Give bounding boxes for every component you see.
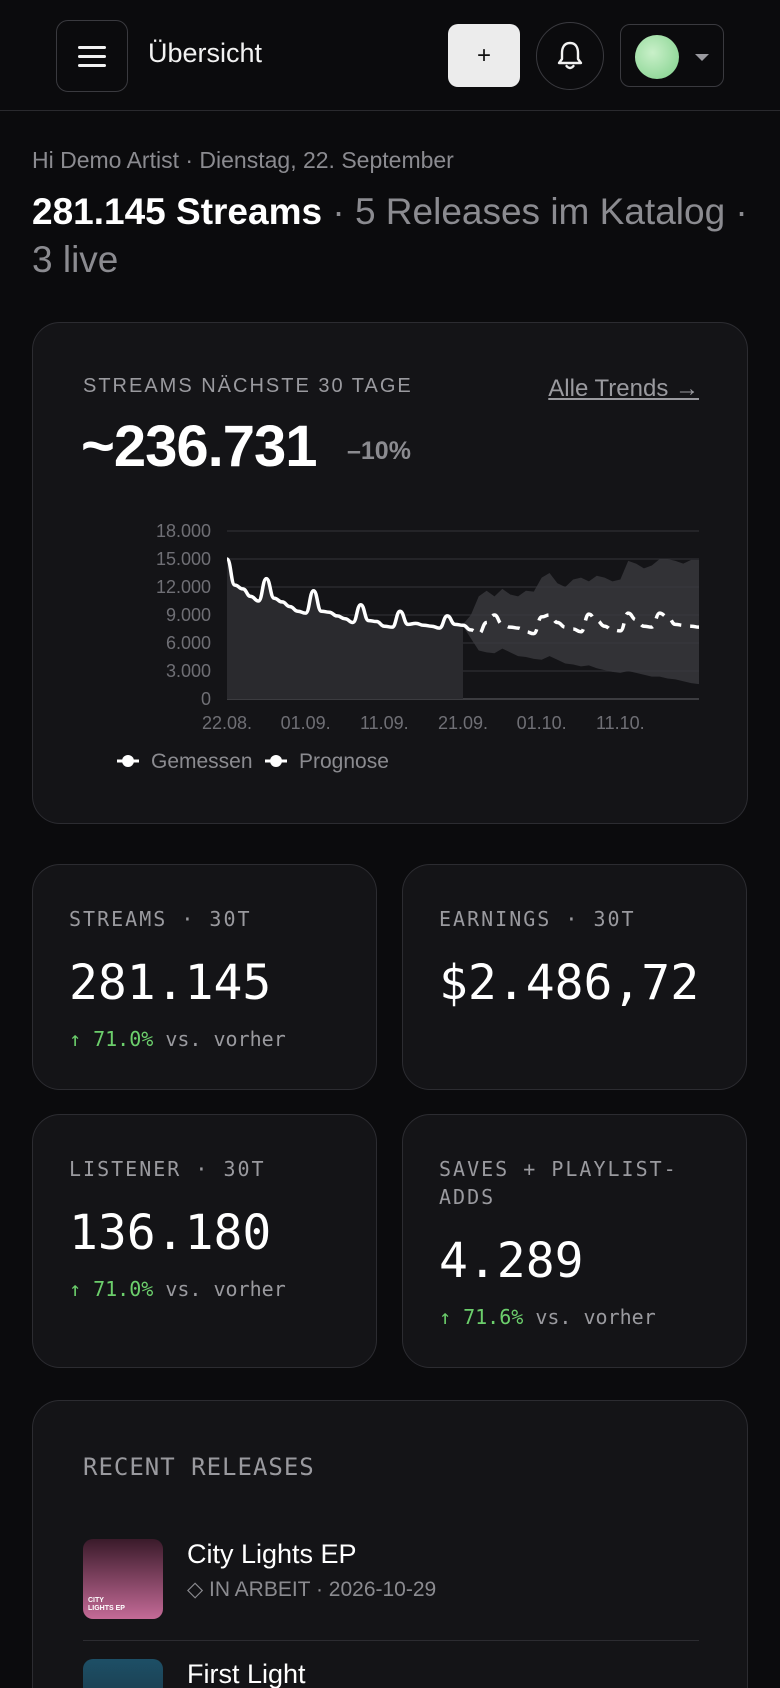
stat-label: STREAMS · 30T bbox=[69, 907, 252, 931]
release-cover bbox=[83, 1659, 163, 1688]
x-tick-label: 22.08. bbox=[202, 713, 252, 733]
release-item[interactable]: CITY LIGHTS EP City Lights EP ◇ IN ARBEIT… bbox=[83, 1539, 699, 1623]
stat-value: 281.145 bbox=[69, 955, 272, 1011]
forecast-value: ~236.731 bbox=[81, 414, 318, 479]
y-tick-label: 0 bbox=[201, 689, 211, 709]
x-tick-label: 01.10. bbox=[517, 713, 567, 733]
account-menu-button[interactable] bbox=[620, 24, 724, 87]
stat-label: LISTENER · 30T bbox=[69, 1157, 266, 1181]
menu-button[interactable] bbox=[56, 20, 128, 92]
arrow-up-icon: ↑ bbox=[439, 1305, 452, 1329]
y-tick-label: 6.000 bbox=[166, 633, 211, 653]
top-bar: Übersicht + bbox=[0, 0, 780, 111]
stat-value: $2.486,72 bbox=[439, 955, 700, 1011]
total-streams: 281.145 Streams bbox=[32, 191, 323, 232]
y-tick-label: 12.000 bbox=[156, 577, 211, 597]
stat-label: EARNINGS · 30T bbox=[439, 907, 636, 931]
notifications-button[interactable] bbox=[536, 22, 604, 90]
legend-swatch-dot bbox=[122, 755, 134, 767]
all-trends-link[interactable]: Alle Trends → bbox=[548, 375, 699, 403]
streams-stat-card: STREAMS · 30T 281.145 ↑ 71.0% vs. vorher bbox=[32, 864, 377, 1090]
add-button[interactable]: + bbox=[448, 24, 520, 87]
measured-area bbox=[227, 559, 463, 699]
forecast-label: STREAMS NÄCHSTE 30 TAGE bbox=[83, 375, 413, 397]
x-tick-label: 21.09. bbox=[438, 713, 488, 733]
bell-icon bbox=[557, 41, 583, 70]
release-item[interactable]: First Light bbox=[83, 1659, 699, 1688]
greeting-line: Hi Demo Artist · Dienstag, 22. September bbox=[32, 147, 454, 173]
chevron-down-icon bbox=[695, 54, 709, 61]
recent-releases-card: RECENT RELEASES CITY LIGHTS EP City Light… bbox=[32, 1400, 748, 1688]
legend-swatch-dot bbox=[270, 755, 282, 767]
arrow-up-icon: ↑ bbox=[69, 1027, 82, 1051]
stat-delta: ↑ 71.6% vs. vorher bbox=[439, 1305, 656, 1329]
listener-stat-card: LISTENER · 30T 136.180 ↑ 71.0% vs. vorhe… bbox=[32, 1114, 377, 1368]
menu-icon bbox=[78, 45, 106, 49]
stat-delta: ↑ 71.0% vs. vorher bbox=[69, 1277, 286, 1301]
stat-delta: ↑ 71.0% vs. vorher bbox=[69, 1027, 286, 1051]
x-tick-label: 11.10. bbox=[596, 713, 645, 733]
y-tick-label: 3.000 bbox=[166, 661, 211, 681]
recent-releases-title: RECENT RELEASES bbox=[83, 1453, 315, 1481]
earnings-stat-card: EARNINGS · 30T $2.486,72 bbox=[402, 864, 747, 1090]
y-tick-label: 18.000 bbox=[156, 521, 211, 541]
summary-headline: 281.145 Streams · 5 Releases im Katalog … bbox=[32, 188, 752, 284]
streams-forecast-chart: 18.000 15.000 12.000 9.000 6.000 3.000 0 22.08.… bbox=[117, 521, 700, 773]
release-title: First Light bbox=[187, 1659, 306, 1688]
divider bbox=[83, 1640, 699, 1641]
stat-label: SAVES + PLAYLIST- ADDS bbox=[439, 1157, 678, 1209]
x-tick-label: 01.09. bbox=[281, 713, 331, 733]
y-tick-label: 15.000 bbox=[156, 549, 211, 569]
release-status: ◇ IN ARBEIT · 2026-10-29 bbox=[187, 1578, 437, 1601]
stat-value: 4.289 bbox=[439, 1233, 584, 1289]
x-tick-label: 11.09. bbox=[360, 713, 409, 733]
release-cover: CITY LIGHTS EP bbox=[83, 1539, 163, 1619]
stat-value: 136.180 bbox=[69, 1205, 272, 1261]
arrow-up-icon: ↑ bbox=[69, 1277, 82, 1301]
release-title: City Lights EP bbox=[187, 1539, 357, 1569]
avatar bbox=[635, 35, 679, 79]
legend-label: Prognose bbox=[299, 750, 389, 773]
page-title: Übersicht bbox=[148, 38, 263, 68]
saves-stat-card: SAVES + PLAYLIST- ADDS 4.289 ↑ 71.6% vs. … bbox=[402, 1114, 747, 1368]
forecast-delta: –10% bbox=[347, 437, 411, 465]
legend-label: Gemessen bbox=[151, 750, 253, 773]
y-tick-label: 9.000 bbox=[166, 605, 211, 625]
streams-forecast-card: STREAMS NÄCHSTE 30 TAGE Alle Trends → ~2… bbox=[32, 322, 748, 824]
